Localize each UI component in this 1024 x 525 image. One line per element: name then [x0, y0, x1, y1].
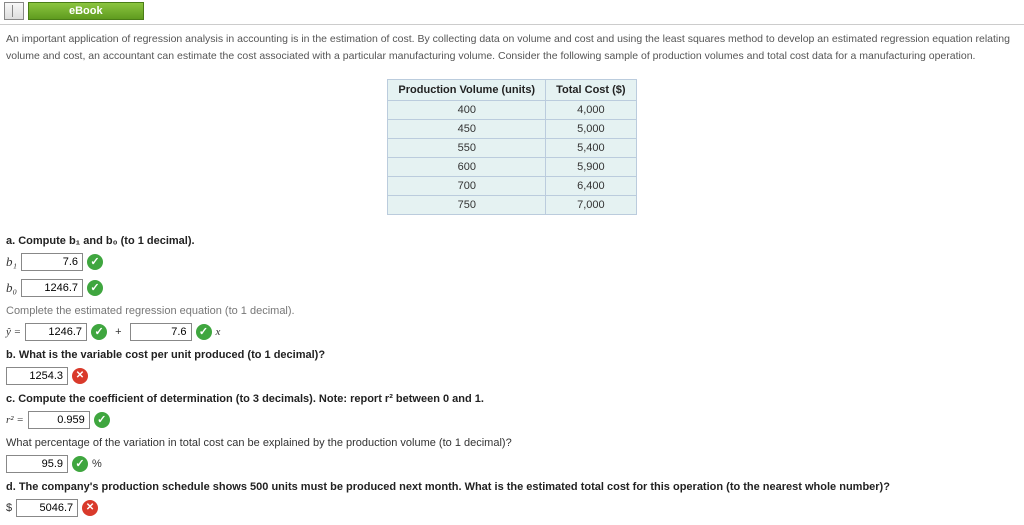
question-c2: What percentage of the variation in tota… [6, 437, 1018, 449]
cell-vol: 700 [388, 176, 546, 195]
b0-input[interactable] [21, 279, 83, 297]
eq-b1-input[interactable] [130, 323, 192, 341]
cell-cost: 7,000 [546, 195, 636, 214]
cell-vol: 750 [388, 195, 546, 214]
b1-label: b₁ [6, 254, 17, 270]
cell-cost: 6,400 [546, 176, 636, 195]
cell-cost: 5,900 [546, 157, 636, 176]
cell-cost: 5,000 [546, 119, 636, 138]
table-row: 6005,900 [388, 157, 636, 176]
d-input[interactable] [16, 499, 78, 517]
question-c: c. Compute the coefficient of determinat… [6, 393, 1018, 405]
intro-text: An important application of regression a… [6, 31, 1018, 65]
b0-label: b₀ [6, 280, 17, 296]
cell-cost: 4,000 [546, 100, 636, 119]
cell-cost: 5,400 [546, 138, 636, 157]
ebook-button[interactable]: eBook [28, 2, 144, 20]
r2-input[interactable] [28, 411, 90, 429]
cell-vol: 450 [388, 119, 546, 138]
table-row: 4004,000 [388, 100, 636, 119]
question-a: a. Compute b₁ and b₀ (to 1 decimal). [6, 235, 1018, 247]
b1-input[interactable] [21, 253, 83, 271]
cell-vol: 600 [388, 157, 546, 176]
check-icon [87, 254, 103, 270]
plus-sign: + [115, 326, 121, 338]
yhat-label: ŷ = [6, 326, 21, 338]
check-icon [72, 456, 88, 472]
check-icon [196, 324, 212, 340]
check-icon [87, 280, 103, 296]
cell-vol: 550 [388, 138, 546, 157]
col-header-cost: Total Cost ($) [546, 79, 636, 100]
col-header-volume: Production Volume (units) [388, 79, 546, 100]
data-table: Production Volume (units) Total Cost ($)… [387, 79, 636, 215]
x-icon [72, 368, 88, 384]
table-row: 7006,400 [388, 176, 636, 195]
table-row: 7507,000 [388, 195, 636, 214]
book-icon [4, 2, 24, 20]
eq-prompt: Complete the estimated regression equati… [6, 305, 1018, 317]
table-row: 4505,000 [388, 119, 636, 138]
x-icon [82, 500, 98, 516]
dollar-sign: $ [6, 502, 12, 514]
x-label: x [216, 326, 221, 338]
b-input[interactable] [6, 367, 68, 385]
r2-label: r² = [6, 414, 24, 426]
check-icon [94, 412, 110, 428]
cell-vol: 400 [388, 100, 546, 119]
question-b: b. What is the variable cost per unit pr… [6, 349, 1018, 361]
pct-unit: % [92, 458, 102, 470]
divider [0, 24, 1024, 25]
check-icon [91, 324, 107, 340]
eq-b0-input[interactable] [25, 323, 87, 341]
table-row: 5505,400 [388, 138, 636, 157]
pct-input[interactable] [6, 455, 68, 473]
question-d: d. The company's production schedule sho… [6, 481, 1018, 493]
